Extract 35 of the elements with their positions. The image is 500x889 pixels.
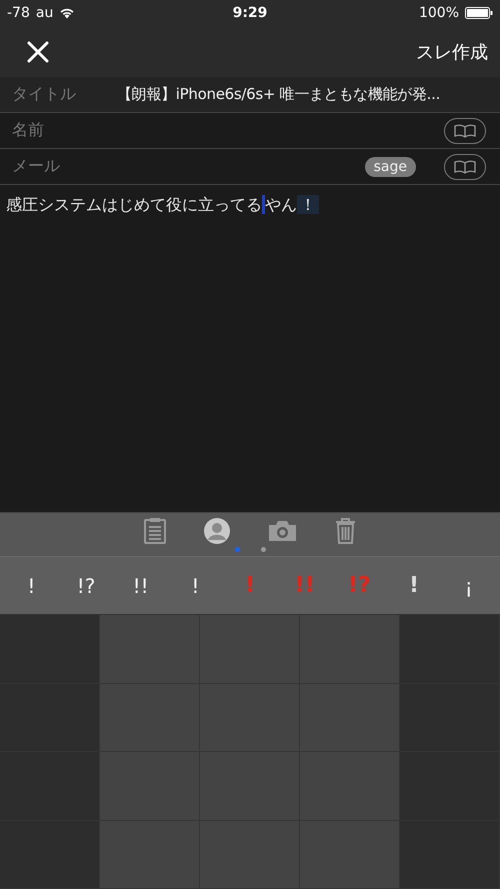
title-field[interactable]: 【朗報】iPhone6s/6s+ 唯一まともな機能が発... [117,85,440,104]
create-thread-button[interactable]: スレ作成 [416,40,488,64]
address-book-button[interactable] [444,154,486,180]
battery-icon [465,7,493,19]
sage-button[interactable]: sage [364,156,416,176]
clock-time: 9:29 [232,5,268,21]
blank-key[interactable] [400,615,500,684]
symbol-key[interactable]: ! [168,574,223,598]
blank-key[interactable] [300,615,400,684]
address-book-button[interactable] [444,118,486,144]
battery-percent: 100% [418,5,459,21]
symbol-key[interactable]: !? [58,574,114,598]
trash-icon[interactable] [335,517,356,544]
blank-key[interactable] [100,615,200,684]
clipboard-icon[interactable] [144,517,166,544]
blank-key[interactable] [0,615,100,684]
book-icon [453,160,477,174]
camera-icon[interactable] [268,519,297,542]
symbol-key[interactable]: ! [386,573,442,598]
wifi-icon [59,7,76,19]
close-icon[interactable] [27,40,49,62]
symbol-key[interactable]: !! [113,574,168,598]
person-icon[interactable] [204,518,230,544]
book-icon [453,124,477,138]
message-text[interactable]: 感圧システムはじめて役に立ってる やん ！ [6,195,494,216]
page-dot[interactable] [234,547,240,552]
signal-strength: -78 [7,5,30,21]
symbol-key[interactable]: ! [4,574,59,598]
field-label: 名前 [12,120,45,141]
carrier-name: au [36,5,54,21]
field-label: タイトル [12,84,77,105]
blank-key[interactable] [200,615,300,684]
symbol-key[interactable]: ¡ [441,574,496,598]
field-label: メール [12,156,61,177]
page-dot[interactable] [260,547,266,552]
